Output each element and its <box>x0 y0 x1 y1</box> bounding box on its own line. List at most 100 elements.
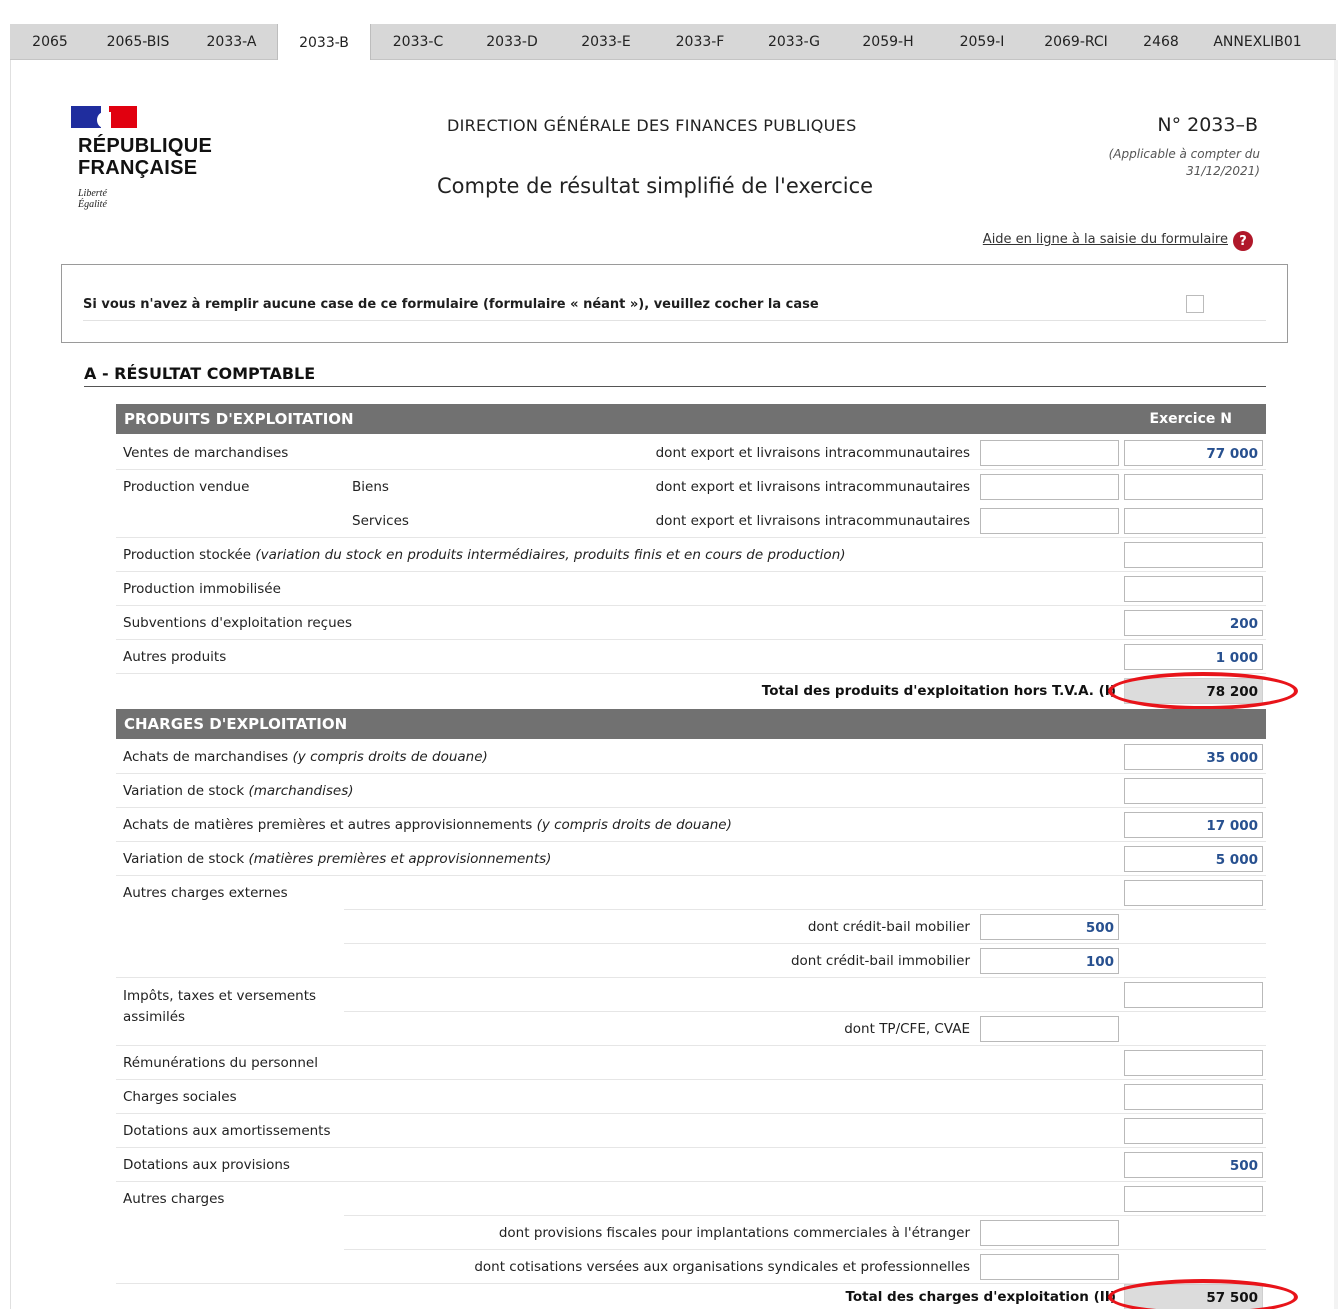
credit-bail-mobilier-input[interactable]: 500 <box>980 914 1119 940</box>
row-impots-taxes: Impôts, taxes et versements assimilés <box>116 978 1266 1025</box>
dotations-amortissements-input[interactable] <box>1124 1118 1263 1144</box>
biens-input[interactable] <box>1124 474 1263 500</box>
autres-produits-label: Autres produits <box>123 649 227 665</box>
charges-title: CHARGES D'EXPLOITATION <box>124 715 348 733</box>
provisions-fiscales-label: dont provisions fiscales pour implantati… <box>498 1225 970 1241</box>
dotations-amortissements-label: Dotations aux amortissements <box>123 1123 331 1139</box>
total-charges-label: Total des charges d'exploitation (II) <box>845 1289 1116 1305</box>
total-produits-value: 78 200 <box>1124 678 1263 704</box>
motto-line-2: Égalité <box>78 199 107 210</box>
row-achats-matieres-premieres: Achats de matières premières et autres a… <box>116 808 1266 842</box>
help-icon[interactable]: ? <box>1233 231 1253 251</box>
tab-2033-f[interactable]: 2033-F <box>653 24 747 60</box>
services-export-input[interactable] <box>980 508 1119 534</box>
provisions-fiscales-input[interactable] <box>980 1220 1119 1246</box>
variation-stock-marchandises-text: Variation de stock <box>123 783 245 799</box>
cotisations-syndicales-input[interactable] <box>980 1254 1119 1280</box>
tp-cfe-cvae-input[interactable] <box>980 1016 1119 1042</box>
row-production-immobilisee: Production immobilisée <box>116 572 1266 606</box>
cotisations-syndicales-label: dont cotisations versées aux organisatio… <box>474 1259 970 1275</box>
autres-charges-externes-input[interactable] <box>1124 880 1263 906</box>
dotations-provisions-input[interactable]: 500 <box>1124 1152 1263 1178</box>
remunerations-input[interactable] <box>1124 1050 1263 1076</box>
achats-mp-note: (y compris droits de douane) <box>536 817 732 833</box>
scrollbar-track[interactable] <box>1334 60 1338 1309</box>
total-charges-value: 57 500 <box>1124 1284 1263 1309</box>
tab-2033-d[interactable]: 2033-D <box>465 24 559 60</box>
ventes-input[interactable]: 77 000 <box>1124 440 1263 466</box>
achats-marchandises-label: Achats de marchandises (y compris droits… <box>123 749 488 765</box>
row-production-stockee: Production stockée (variation du stock e… <box>116 538 1266 572</box>
row-remunerations: Rémunérations du personnel <box>116 1046 1266 1080</box>
applicability-line-1: (Applicable à compter du <box>1108 147 1260 161</box>
tab-2059-i[interactable]: 2059-I <box>935 24 1029 60</box>
tab-2059-h[interactable]: 2059-H <box>841 24 935 60</box>
form-applicability: (Applicable à compter du 31/12/2021) <box>1060 146 1260 180</box>
row-total-produits: Total des produits d'exploitation hors T… <box>116 674 1266 708</box>
ventes-export-label: dont export et livraisons intracommunaut… <box>655 445 970 461</box>
divider <box>83 320 1266 321</box>
row-autres-charges: Autres charges <box>116 1182 1266 1216</box>
production-stockee-text: Production stockée <box>123 547 252 563</box>
logo-line-1: RÉPUBLIQUE <box>78 135 213 157</box>
row-cotisations-syndicales: dont cotisations versées aux organisatio… <box>116 1250 1266 1284</box>
row-production-biens: Production vendue Biens dont export et l… <box>116 470 1266 504</box>
credit-bail-mobilier-label: dont crédit-bail mobilier <box>807 919 970 935</box>
achats-mp-input[interactable]: 17 000 <box>1124 812 1263 838</box>
variation-stock-marchandises-note: (marchandises) <box>248 783 354 799</box>
row-autres-produits: Autres produits 1 000 <box>116 640 1266 674</box>
row-dotations-amortissements: Dotations aux amortissements <box>116 1114 1266 1148</box>
variation-stock-marchandises-input[interactable] <box>1124 778 1263 804</box>
ventes-label: Ventes de marchandises <box>123 445 289 461</box>
credit-bail-immobilier-input[interactable]: 100 <box>980 948 1119 974</box>
autres-produits-input[interactable]: 1 000 <box>1124 644 1263 670</box>
achats-mp-label: Achats de matières premières et autres a… <box>123 817 732 833</box>
tab-2065[interactable]: 2065 <box>10 24 90 60</box>
services-input[interactable] <box>1124 508 1263 534</box>
achats-marchandises-note: (y compris droits de douane) <box>292 749 488 765</box>
achats-marchandises-input[interactable]: 35 000 <box>1124 744 1263 770</box>
row-achats-marchandises: Achats de marchandises (y compris droits… <box>116 740 1266 774</box>
production-immobilisee-label: Production immobilisée <box>123 581 281 597</box>
tab-2468[interactable]: 2468 <box>1123 24 1199 60</box>
biens-export-input[interactable] <box>980 474 1119 500</box>
charges-header: CHARGES D'EXPLOITATION <box>116 709 1266 739</box>
neant-label: Si vous n'avez à remplir aucune case de … <box>83 297 819 312</box>
row-credit-bail-mobilier: dont crédit-bail mobilier 500 <box>116 910 1266 944</box>
tab-2033-e[interactable]: 2033-E <box>559 24 653 60</box>
row-variation-stock-marchandises: Variation de stock (marchandises) <box>116 774 1266 808</box>
motto-line-1: Liberté <box>78 188 107 199</box>
charges-sociales-input[interactable] <box>1124 1084 1263 1110</box>
tab-2065-bis[interactable]: 2065-BIS <box>90 24 186 60</box>
section-title: A - RÉSULTAT COMPTABLE <box>84 364 316 383</box>
subventions-input[interactable]: 200 <box>1124 610 1263 636</box>
tab-2033-b[interactable]: 2033-B <box>277 24 371 61</box>
row-tp-cfe-cvae: dont TP/CFE, CVAE <box>116 1012 1266 1046</box>
variation-stock-mp-input[interactable]: 5 000 <box>1124 846 1263 872</box>
variation-stock-mp-text: Variation de stock <box>123 851 245 867</box>
services-export-label: dont export et livraisons intracommunaut… <box>655 513 970 529</box>
row-dotations-provisions: Dotations aux provisions 500 <box>116 1148 1266 1182</box>
tab-annexlib01[interactable]: ANNEXLIB01 <box>1199 24 1316 60</box>
ventes-export-input[interactable] <box>980 440 1119 466</box>
produits-title: PRODUITS D'EXPLOITATION <box>124 410 354 428</box>
production-stockee-input[interactable] <box>1124 542 1263 568</box>
applicability-line-2: 31/12/2021) <box>1186 164 1260 178</box>
help-link[interactable]: Aide en ligne à la saisie du formulaire <box>983 232 1228 247</box>
tab-2033-g[interactable]: 2033-G <box>747 24 841 60</box>
form-number: N° 2033–B <box>1157 114 1258 136</box>
production-stockee-label: Production stockée (variation du stock e… <box>123 547 846 563</box>
autres-charges-input[interactable] <box>1124 1186 1263 1212</box>
services-label: Services <box>352 513 409 529</box>
row-charges-sociales: Charges sociales <box>116 1080 1266 1114</box>
tab-2069-rci[interactable]: 2069-RCI <box>1029 24 1123 60</box>
neant-box: Si vous n'avez à remplir aucune case de … <box>61 264 1288 343</box>
neant-checkbox[interactable] <box>1186 295 1204 313</box>
autres-charges-label: Autres charges <box>123 1191 225 1207</box>
row-production-services: Services dont export et livraisons intra… <box>116 504 1266 538</box>
logo-line-2: FRANÇAISE <box>78 157 198 179</box>
impots-taxes-input[interactable] <box>1124 982 1263 1008</box>
production-immobilisee-input[interactable] <box>1124 576 1263 602</box>
tab-2033-a[interactable]: 2033-A <box>186 24 277 60</box>
tab-2033-c[interactable]: 2033-C <box>371 24 465 60</box>
